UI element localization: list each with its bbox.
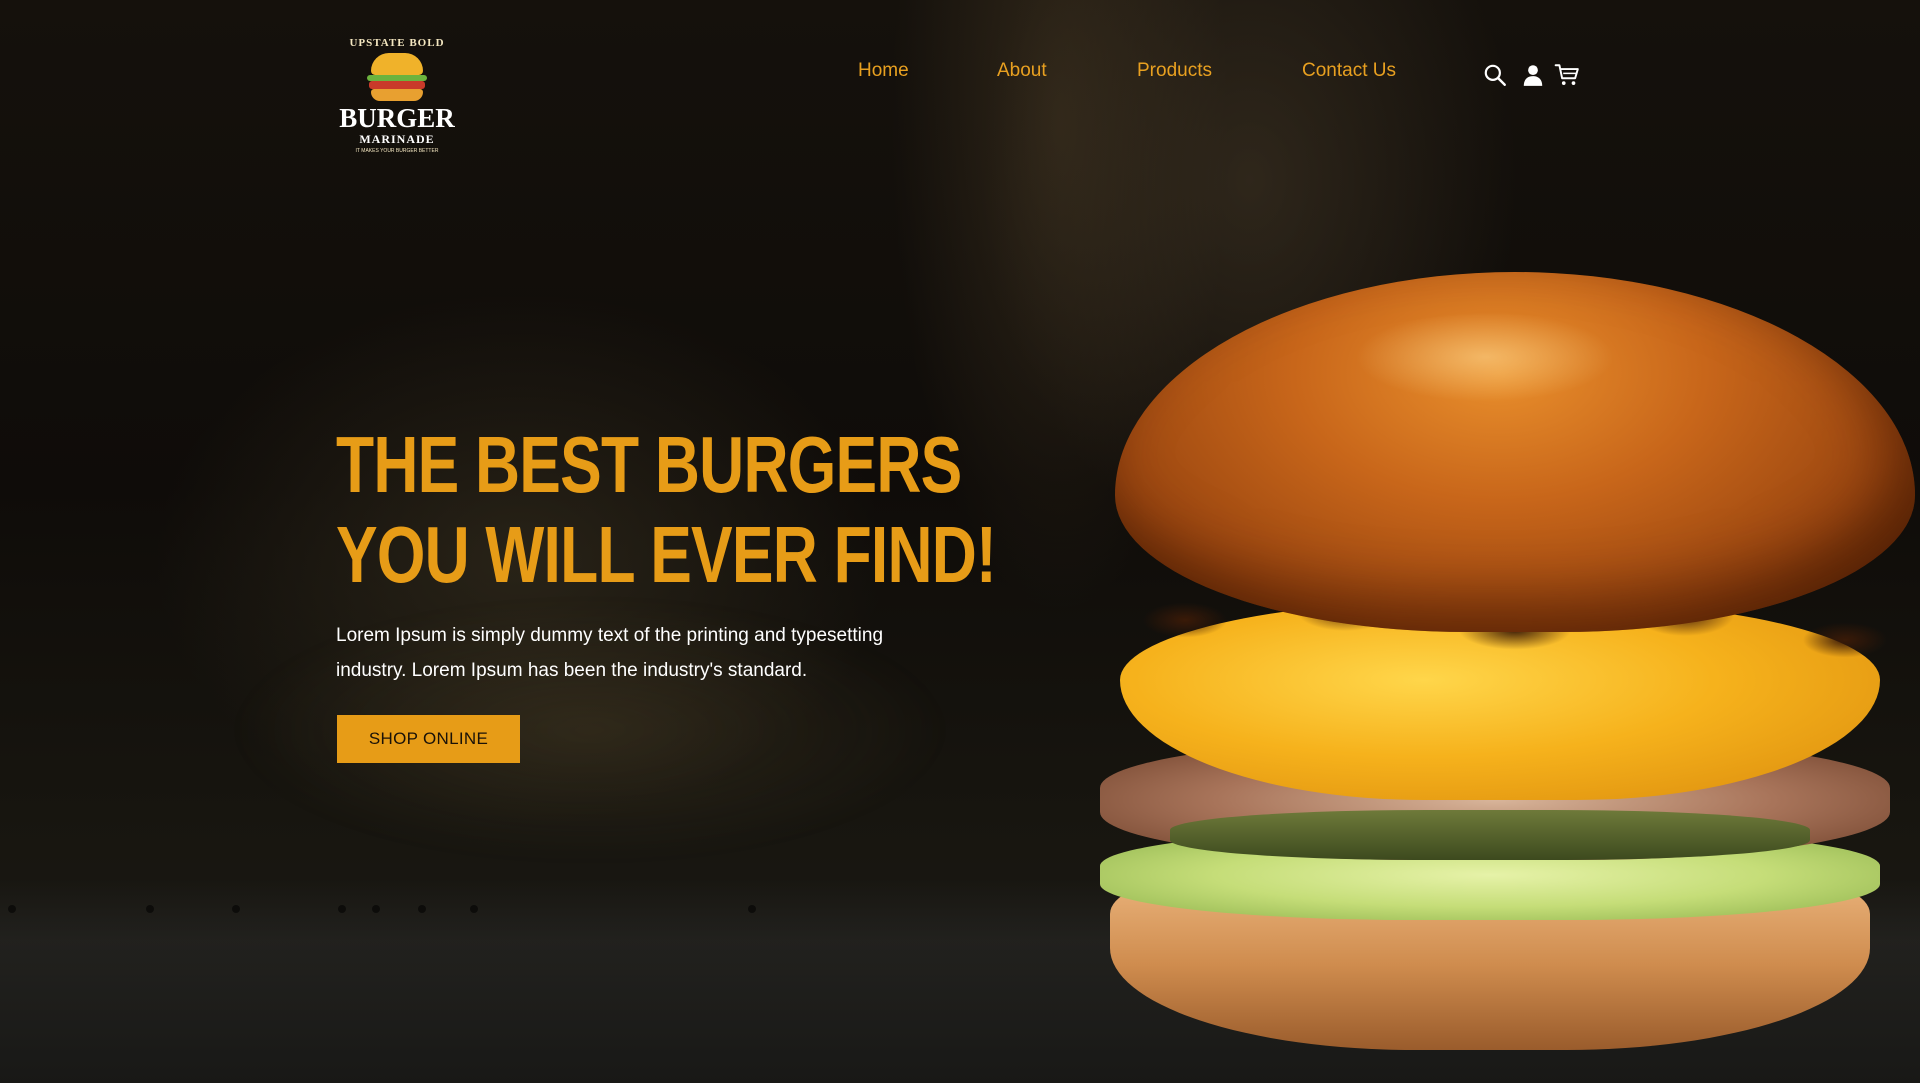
user-icon[interactable]: [1520, 62, 1546, 88]
table-dots: [0, 905, 900, 935]
description-line-1: Lorem Ipsum is simply dummy text of the …: [336, 625, 884, 646]
nav-about[interactable]: About: [997, 60, 1047, 82]
logo-tagline: IT MAKES YOUR BURGER BETTER: [355, 147, 439, 154]
description-line-2: industry. Lorem Ipsum has been the indus…: [336, 660, 808, 681]
logo-top-text: UPSTATE BOLD: [349, 36, 445, 49]
nav-products[interactable]: Products: [1137, 60, 1212, 82]
burger-logo-icon: [365, 52, 429, 103]
logo-subtitle: MARINADE: [359, 131, 435, 146]
header-icons: [1482, 62, 1582, 90]
brand-logo[interactable]: UPSTATE BOLD BURGER MARINADE IT MAKES YO…: [336, 24, 458, 166]
nav-contact-us[interactable]: Contact Us: [1302, 60, 1396, 82]
pickle: [1170, 810, 1810, 860]
bun-shine: [1355, 312, 1615, 402]
cart-icon[interactable]: [1554, 62, 1580, 88]
burger-image: [1060, 260, 1920, 1060]
headline-line-1: THE BEST BURGERS: [336, 420, 962, 509]
hero-description: Lorem Ipsum is simply dummy text of the …: [336, 618, 956, 688]
headline-line-2: YOU WILL EVER FIND!: [336, 510, 997, 599]
top-bun: [1115, 272, 1915, 632]
search-icon[interactable]: [1482, 62, 1508, 88]
shop-online-button[interactable]: SHOP ONLINE: [337, 715, 520, 763]
logo-title: BURGER: [339, 102, 455, 133]
hero-headline: THE BEST BURGERS YOU WILL EVER FIND!: [336, 420, 997, 600]
nav-home[interactable]: Home: [858, 60, 909, 82]
